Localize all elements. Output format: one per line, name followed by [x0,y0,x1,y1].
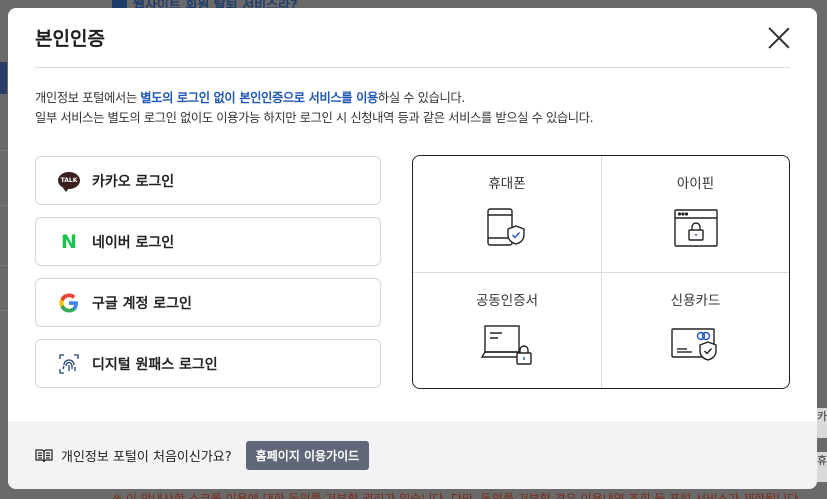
background-notice: ※ 이 안내사항 스크롤 이용에 대한 동의를 거부할 권리가 있습니다. 다만… [112,492,803,499]
social-login-list: TALK 카카오 로그인 N 네이버 로그인 구글 계정 로그인 디지털 원패스… [35,156,381,400]
google-icon [58,292,80,314]
cert-credit-card-label: 신용카드 [670,293,721,309]
modal-title: 본인인증 [35,28,105,50]
kakao-login-button[interactable]: TALK 카카오 로그인 [35,156,381,205]
naver-icon: N [61,230,77,253]
kakao-login-label: 카카오 로그인 [92,173,175,190]
homepage-guide-button[interactable]: 홈페이지 이용가이드 [245,440,370,470]
mobile-phone-shield-icon [485,206,529,250]
digital-onepass-login-button[interactable]: 디지털 원패스 로그인 [35,339,381,388]
close-icon[interactable] [768,27,790,49]
certificate-options-grid: 휴대폰 아이핀 공동인증서 신용카드 [412,155,790,389]
google-login-label: 구글 계정 로그인 [92,295,192,312]
cert-joint-certificate[interactable]: 공동인증서 [413,272,601,388]
cert-credit-card[interactable]: 신용카드 [601,272,789,388]
background-divider [0,310,8,311]
kakao-talk-icon: TALK [58,170,80,192]
digital-onepass-login-label: 디지털 원패스 로그인 [92,356,218,373]
background-divider [0,205,8,206]
intro-line-1: 개인정보 포털에서는 별도의 로그인 없이 본인인증으로 서비스를 이용하실 수… [35,91,465,105]
credit-card-shield-icon [670,323,722,367]
cert-joint-certificate-label: 공동인증서 [475,293,539,309]
naver-login-button[interactable]: N 네이버 로그인 [35,217,381,266]
naver-login-label: 네이버 로그인 [92,234,175,251]
identity-verification-modal: 본인인증 개인정보 포털에서는 별도의 로그인 없이 본인인증으로 서비스를 이… [8,8,817,489]
intro-emphasis: 별도의 로그인 없이 본인인증으로 서비스를 이용 [140,91,378,105]
cert-ipin-label: 아이핀 [676,176,715,192]
book-icon [35,448,53,463]
google-login-button[interactable]: 구글 계정 로그인 [35,278,381,327]
footer-question: 개인정보 포털이 처음이신가요? [61,449,232,465]
background-side-tab [0,62,7,94]
ipin-browser-lock-icon [673,206,719,250]
background-divider [0,265,8,266]
intro-text: 개인정보 포털에서는 별도의 로그인 없이 본인인증으로 서비스를 이용하실 수… [35,88,790,128]
modal-footer: 개인정보 포털이 처음이신가요? 홈페이지 이용가이드 [8,421,817,489]
cert-mobile-phone[interactable]: 휴대폰 [413,156,601,272]
cert-mobile-phone-label: 휴대폰 [488,176,526,192]
background-divider [0,150,8,151]
certificate-laptop-lock-icon [480,323,534,367]
fingerprint-icon [58,353,80,375]
modal-header: 본인인증 [35,8,790,68]
cert-ipin[interactable]: 아이핀 [601,156,789,272]
intro-line-2: 일부 서비스는 별도의 로그인 없이도 이용가능 하지만 로그인 시 신청내역 … [35,111,594,125]
